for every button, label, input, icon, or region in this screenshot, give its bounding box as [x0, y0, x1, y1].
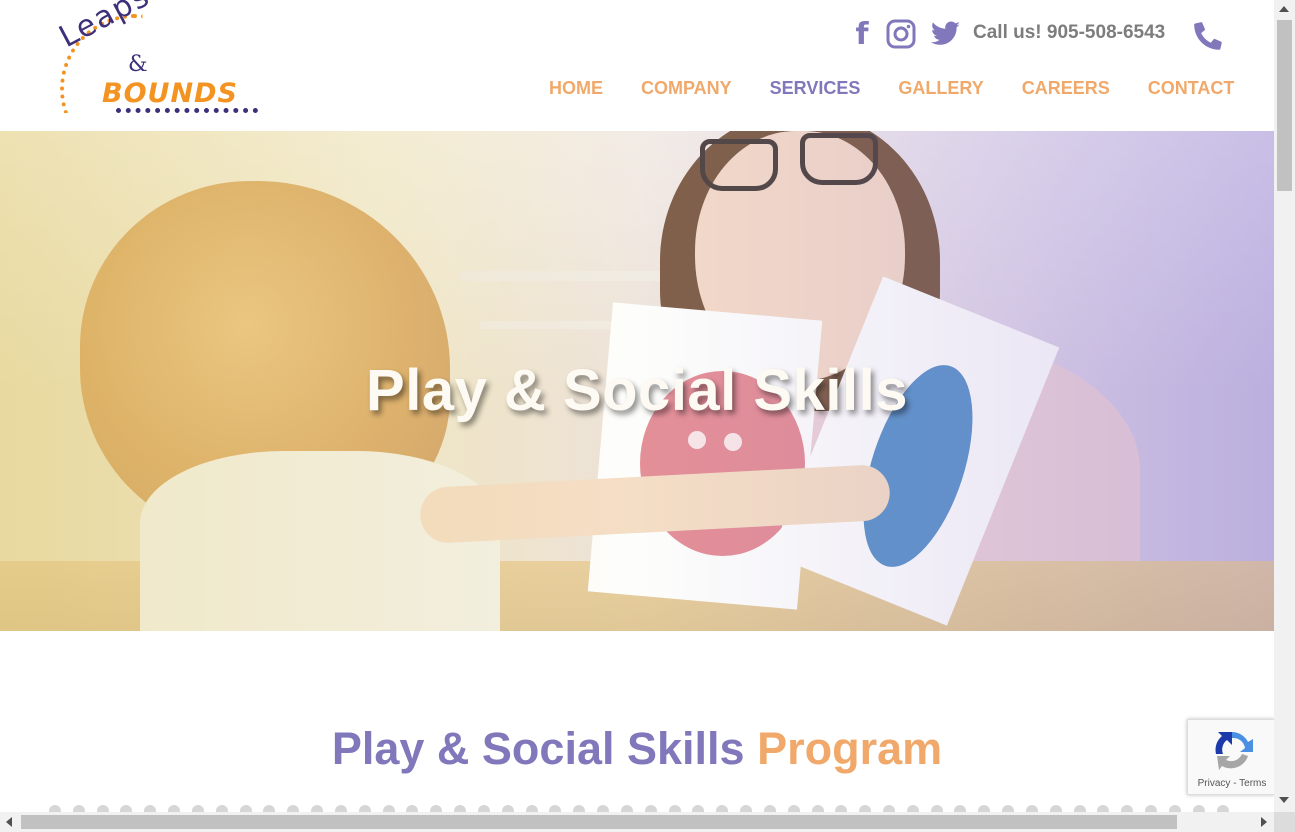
leaps-and-bounds-logo[interactable]: Leaps & BOUNDS — [54, 0, 260, 116]
recaptcha-icon — [1208, 728, 1256, 772]
facebook-icon[interactable]: f — [850, 17, 874, 52]
logo-dotted-line — [116, 108, 258, 113]
recaptcha-privacy-terms[interactable]: Privacy - Terms — [1188, 778, 1276, 789]
phone-icon[interactable] — [1192, 19, 1224, 51]
vertical-scrollbar[interactable] — [1274, 0, 1295, 812]
scroll-up-arrow-icon[interactable] — [1279, 6, 1289, 12]
nav-gallery[interactable]: GALLERY — [879, 76, 1002, 100]
section-title-part1: Play & Social Skills — [331, 723, 745, 774]
scrollbar-corner — [1274, 812, 1295, 832]
scroll-down-arrow-icon[interactable] — [1279, 797, 1289, 803]
scroll-left-arrow-icon[interactable] — [6, 817, 12, 827]
section-title: Play & Social Skills Program — [0, 722, 1274, 776]
main-nav: HOME COMPANY SERVICES GALLERY CAREERS CO… — [530, 76, 1253, 100]
horizontal-scroll-thumb[interactable] — [21, 815, 1177, 829]
hero-title: Play & Social Skills — [366, 358, 908, 423]
nav-company[interactable]: COMPANY — [622, 76, 751, 100]
nav-services[interactable]: SERVICES — [751, 76, 880, 100]
nav-contact[interactable]: CONTACT — [1129, 76, 1254, 100]
twitter-icon[interactable] — [931, 20, 961, 48]
logo-ampersand: & — [128, 52, 148, 77]
nav-home[interactable]: HOME — [530, 76, 622, 100]
section-title-part2: Program — [757, 723, 943, 774]
logo-word-bounds: BOUNDS — [102, 78, 238, 109]
nav-careers[interactable]: CAREERS — [1003, 76, 1129, 100]
horizontal-scrollbar[interactable] — [0, 812, 1274, 832]
recaptcha-badge[interactable]: Privacy - Terms — [1187, 719, 1275, 795]
site-header: Leaps & BOUNDS f Call us! 905-508-6543 H… — [0, 0, 1274, 131]
hero-banner: Play & Social Skills — [0, 131, 1274, 631]
call-us-phone-text[interactable]: Call us! 905-508-6543 — [973, 22, 1165, 44]
scroll-right-arrow-icon[interactable] — [1261, 817, 1267, 827]
instagram-icon[interactable] — [886, 19, 916, 49]
vertical-scroll-thumb[interactable] — [1277, 20, 1292, 191]
